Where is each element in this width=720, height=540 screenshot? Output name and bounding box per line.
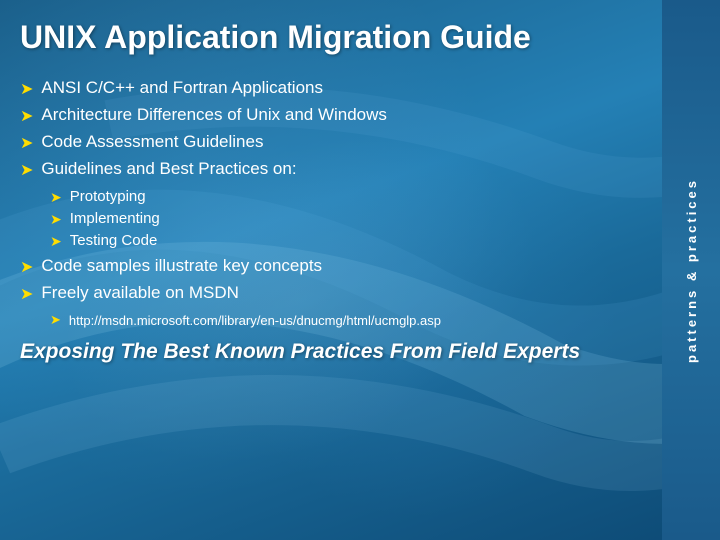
right-banner: patterns & practices — [662, 0, 720, 540]
list-item-guidelines: ➤ Guidelines and Best Practices on: — [20, 159, 642, 180]
right-banner-text: patterns & practices — [684, 178, 699, 363]
arrow-icon-1: ➤ — [20, 79, 33, 99]
arrow-icon-6: ➤ — [20, 284, 33, 304]
arrow-icon-4: ➤ — [20, 160, 33, 180]
url-item: ➤ http://msdn.microsoft.com/library/en-u… — [50, 312, 642, 328]
page-title: UNIX Application Migration Guide — [20, 18, 642, 56]
sub-item-implementing-text: Implementing — [70, 210, 160, 227]
list-item-arch: ➤ Architecture Differences of Unix and W… — [20, 105, 642, 126]
sub-item-testing-code: ➤ Testing Code — [50, 232, 642, 250]
list-item-msdn-text: Freely available on MSDN — [41, 283, 238, 303]
sub-bullet-list: ➤ Prototyping ➤ Implementing ➤ Testing C… — [50, 188, 642, 250]
sub-item-testing-code-text: Testing Code — [70, 232, 158, 249]
background: patterns & practices UNIX Application Mi… — [0, 0, 720, 540]
arrow-icon-2: ➤ — [20, 106, 33, 126]
sub-item-prototyping-text: Prototyping — [70, 188, 146, 205]
tagline: Exposing The Best Known Practices From F… — [20, 340, 642, 364]
arrow-icon-sub-3: ➤ — [50, 233, 62, 250]
arrow-icon-sub-1: ➤ — [50, 189, 62, 206]
main-content: UNIX Application Migration Guide ➤ ANSI … — [0, 0, 662, 540]
list-item-ansi: ➤ ANSI C/C++ and Fortran Applications — [20, 78, 642, 99]
arrow-icon-3: ➤ — [20, 133, 33, 153]
bottom-bullet-list: ➤ Code samples illustrate key concepts ➤… — [20, 256, 642, 304]
list-item-guidelines-text: Guidelines and Best Practices on: — [41, 159, 296, 179]
sub-item-implementing: ➤ Implementing — [50, 210, 642, 228]
arrow-icon-5: ➤ — [20, 257, 33, 277]
list-item-code-assess-text: Code Assessment Guidelines — [41, 132, 263, 152]
list-item-arch-text: Architecture Differences of Unix and Win… — [41, 105, 387, 125]
arrow-icon-sub-2: ➤ — [50, 211, 62, 228]
list-item-ansi-text: ANSI C/C++ and Fortran Applications — [41, 78, 323, 98]
list-item-samples: ➤ Code samples illustrate key concepts — [20, 256, 642, 277]
sub-item-prototyping: ➤ Prototyping — [50, 188, 642, 206]
arrow-icon-url: ➤ — [50, 312, 61, 328]
main-bullet-list: ➤ ANSI C/C++ and Fortran Applications ➤ … — [20, 78, 642, 180]
list-item-code-assess: ➤ Code Assessment Guidelines — [20, 132, 642, 153]
url-text: http://msdn.microsoft.com/library/en-us/… — [69, 313, 441, 328]
list-item-msdn: ➤ Freely available on MSDN — [20, 283, 642, 304]
list-item-samples-text: Code samples illustrate key concepts — [41, 256, 322, 276]
